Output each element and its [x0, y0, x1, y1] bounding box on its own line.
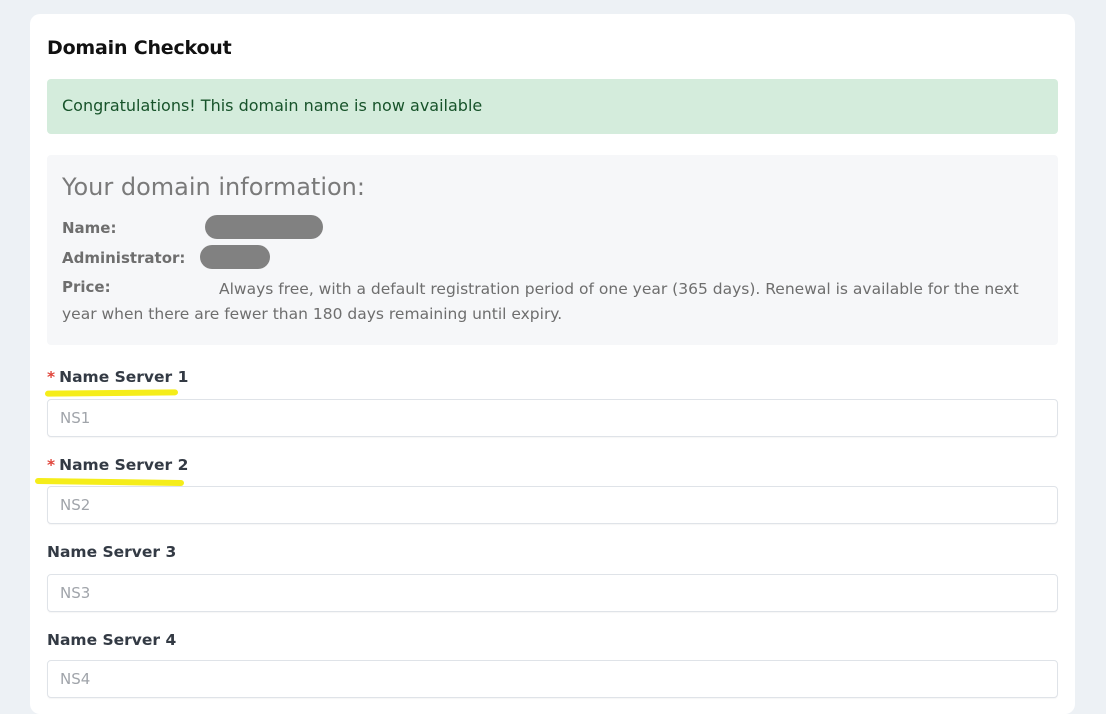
domain-checkout-card: Domain Checkout Congratulations! This do… [30, 14, 1075, 714]
name-server-2-label: * Name Server 2 [47, 456, 189, 474]
highlight-mark [44, 389, 179, 397]
domain-info-panel: Your domain information: Name: Administr… [47, 155, 1058, 345]
required-asterisk: * [47, 368, 56, 386]
price-description: Always free, with a default registration… [62, 280, 1019, 323]
administrator-label: Administrator: [62, 249, 186, 267]
name-label: Name: [62, 219, 117, 237]
name-server-4-input[interactable] [47, 660, 1058, 698]
name-server-3-input[interactable] [47, 574, 1058, 612]
name-server-4-label: Name Server 4 [47, 631, 177, 649]
name-server-2-input[interactable] [47, 486, 1058, 524]
required-asterisk: * [47, 456, 56, 474]
name-server-1-input[interactable] [47, 399, 1058, 437]
redacted-administrator [200, 245, 270, 269]
name-server-3-label: Name Server 3 [47, 543, 177, 561]
redacted-name [205, 215, 323, 239]
name-server-1-label: * Name Server 1 [47, 368, 189, 386]
domain-info-heading: Your domain information: [62, 173, 365, 201]
highlight-mark [34, 477, 185, 487]
page-title: Domain Checkout [47, 37, 232, 59]
availability-alert: Congratulations! This domain name is now… [47, 79, 1058, 134]
